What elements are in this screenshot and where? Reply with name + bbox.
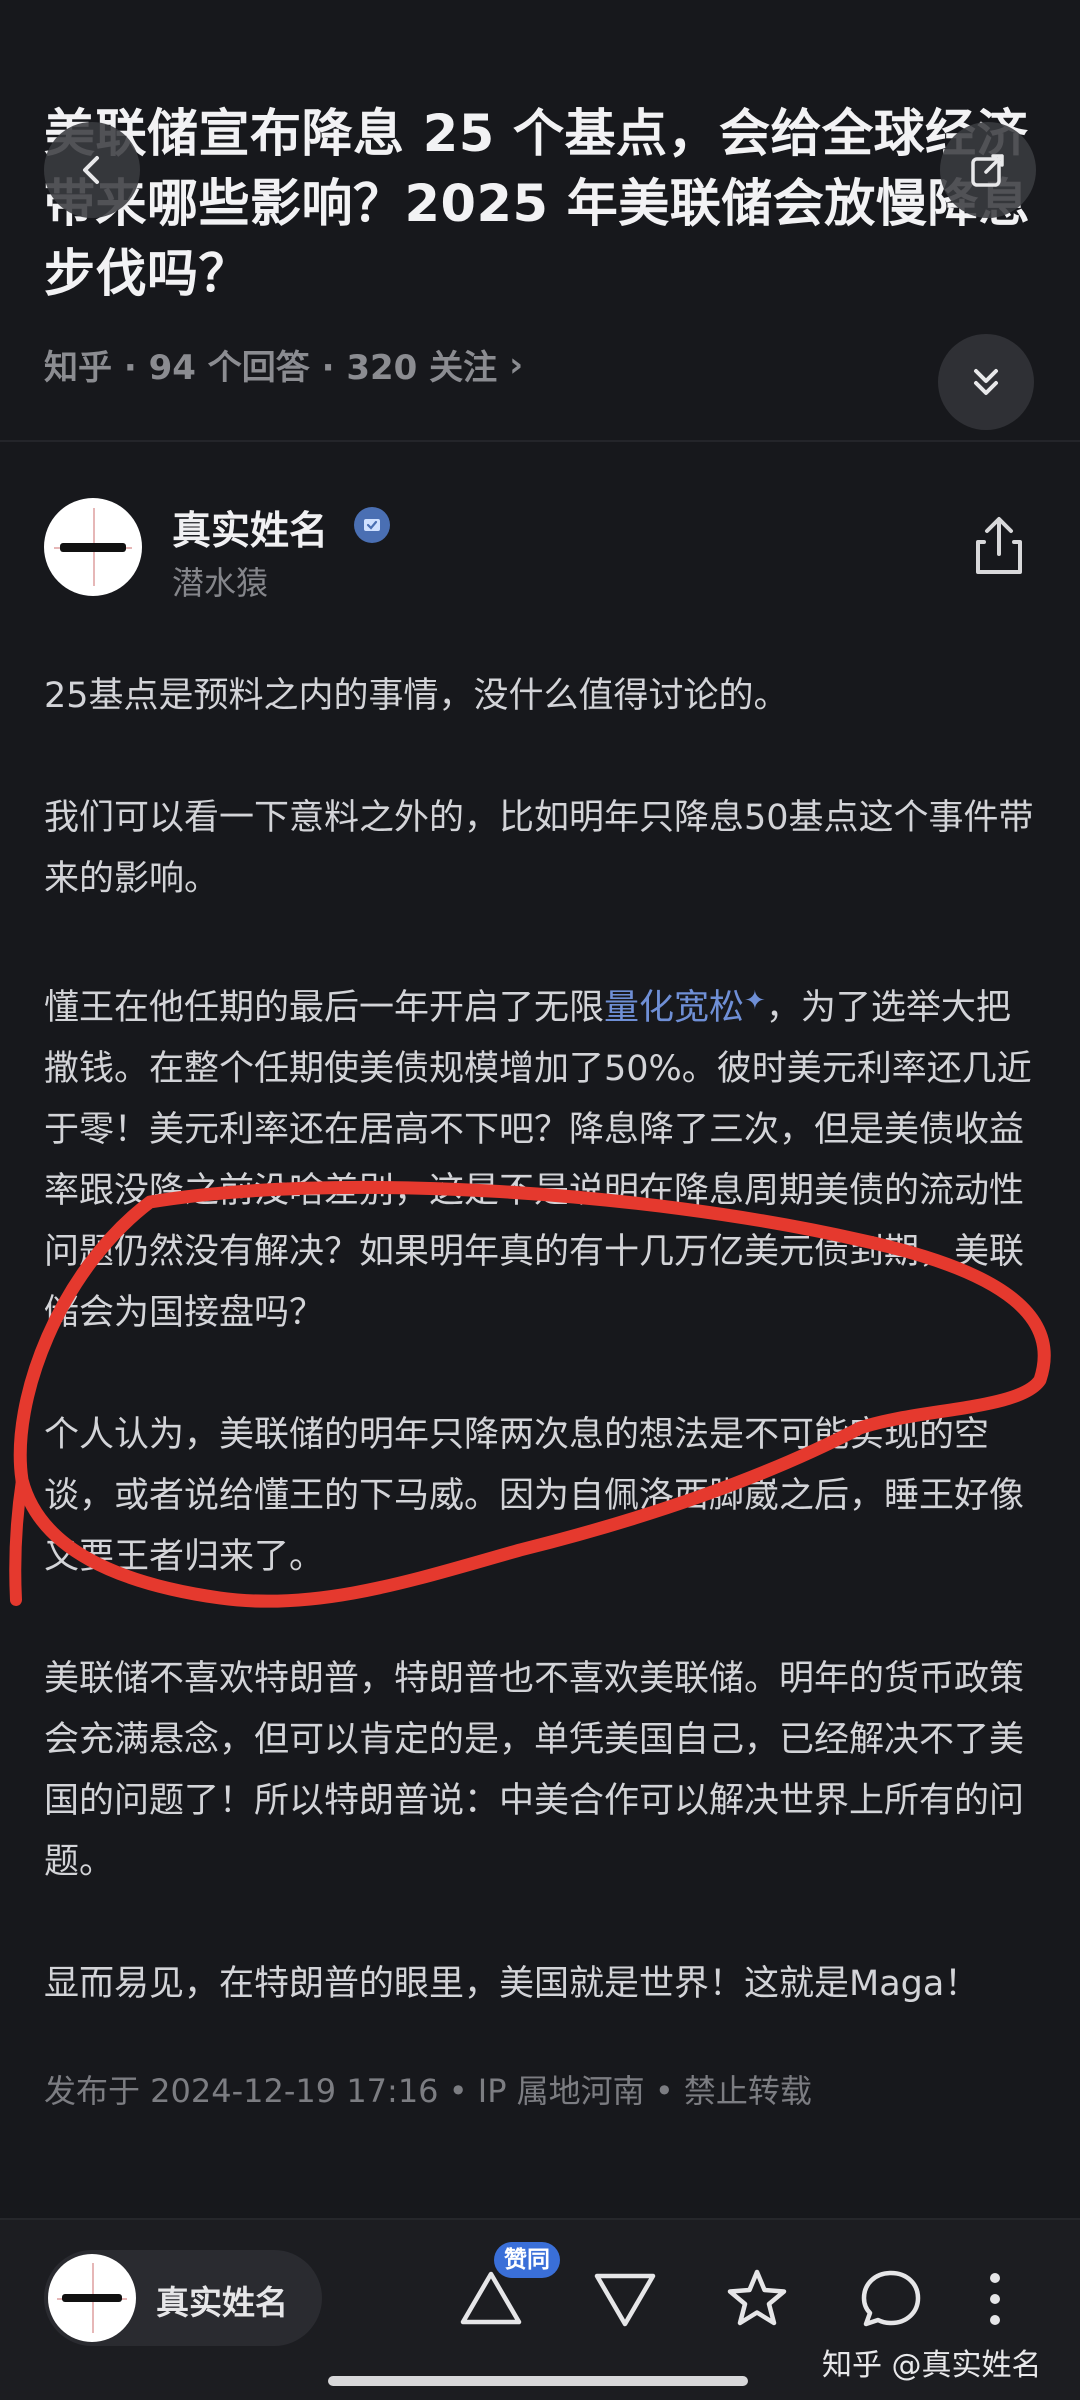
answer-text: 懂王在他任期的最后一年开启了无限 xyxy=(44,988,605,1028)
qe-link[interactable]: 量化宽松 xyxy=(604,988,744,1028)
author-avatar[interactable] xyxy=(44,498,142,596)
favorite-button[interactable] xyxy=(722,2264,792,2334)
bottom-action-bar: 真实姓名 赞同 知乎 @真实姓名 xyxy=(0,2218,1080,2400)
question-meta-text: 知乎 · 94 个回答 · 320 关注 xyxy=(44,348,498,388)
verified-icon xyxy=(354,507,390,543)
question-title[interactable]: 美联储宣布降息 25 个基点，会给全球经济带来哪些影响？2025 年美联储会放慢… xyxy=(44,100,1034,310)
chevron-right-icon: › xyxy=(509,344,524,385)
back-button[interactable] xyxy=(44,122,140,218)
share-button[interactable] xyxy=(970,514,1028,578)
collapse-icon xyxy=(974,369,998,395)
downvote-button[interactable] xyxy=(590,2264,660,2334)
collapse-button[interactable] xyxy=(938,334,1034,430)
answer-paragraph: 我们可以看一下意料之外的，比如明年只降息50基点这个事件带来的影响。 xyxy=(44,798,1034,899)
sparkle-icon: ✦ xyxy=(744,986,766,1016)
more-button[interactable] xyxy=(984,2264,1054,2334)
back-arrow-icon xyxy=(83,156,99,184)
pill-author-name: 真实姓名 xyxy=(156,2283,288,2322)
star-icon xyxy=(727,2269,787,2326)
author-subtitle: 潜水猿 xyxy=(172,564,269,602)
open-external-button[interactable] xyxy=(940,122,1036,218)
answer-paragraph: 懂王在他任期的最后一年开启了无限量化宽松✦，为了选举大把撒钱。在整个任期使美债规… xyxy=(44,971,1036,1344)
agree-badge: 赞同 xyxy=(494,2242,560,2278)
author-name[interactable]: 真实姓名 xyxy=(172,500,328,556)
question-meta[interactable]: 知乎 · 94 个回答 · 320 关注 › xyxy=(44,340,523,389)
comment-icon xyxy=(861,2270,921,2327)
answer-text: ，为了选举大把撒钱。在整个任期使美债规模增加了50%。彼时美元利率还几近于零！美… xyxy=(44,988,1032,1333)
more-icon xyxy=(990,2273,1000,2325)
answer-paragraph: 个人认为，美联储的明年只降两次息的想法是不可能实现的空谈，或者说给懂王的下马威。… xyxy=(44,1415,1025,1577)
downvote-icon xyxy=(594,2273,656,2327)
author-pill[interactable]: 真实姓名 xyxy=(44,2250,322,2346)
home-indicator[interactable] xyxy=(328,2376,748,2386)
answer-paragraph: 显而易见，在特朗普的眼里，美国就是世界！这就是Maga！ xyxy=(44,1964,980,2004)
watermark: 知乎 @真实姓名 xyxy=(822,2348,1042,2383)
pill-avatar xyxy=(48,2254,136,2342)
answer-paragraph: 25基点是预料之内的事情，没什么值得讨论的。 xyxy=(44,676,789,716)
external-link-icon xyxy=(971,154,1004,187)
share-icon xyxy=(976,517,1022,574)
comment-button[interactable] xyxy=(856,2264,926,2334)
answer-content: 25基点是预料之内的事情，没什么值得讨论的。 我们可以看一下意料之外的，比如明年… xyxy=(44,666,1036,2015)
post-meta: 发布于 2024-12-19 17:16 • IP 属地河南 • 禁止转载 xyxy=(44,2072,812,2110)
question-header: 美联储宣布降息 25 个基点，会给全球经济带来哪些影响？2025 年美联储会放慢… xyxy=(0,0,1080,442)
answer-paragraph: 美联储不喜欢特朗普，特朗普也不喜欢美联储。明年的货币政策会充满悬念，但可以肯定的… xyxy=(44,1659,1025,1882)
